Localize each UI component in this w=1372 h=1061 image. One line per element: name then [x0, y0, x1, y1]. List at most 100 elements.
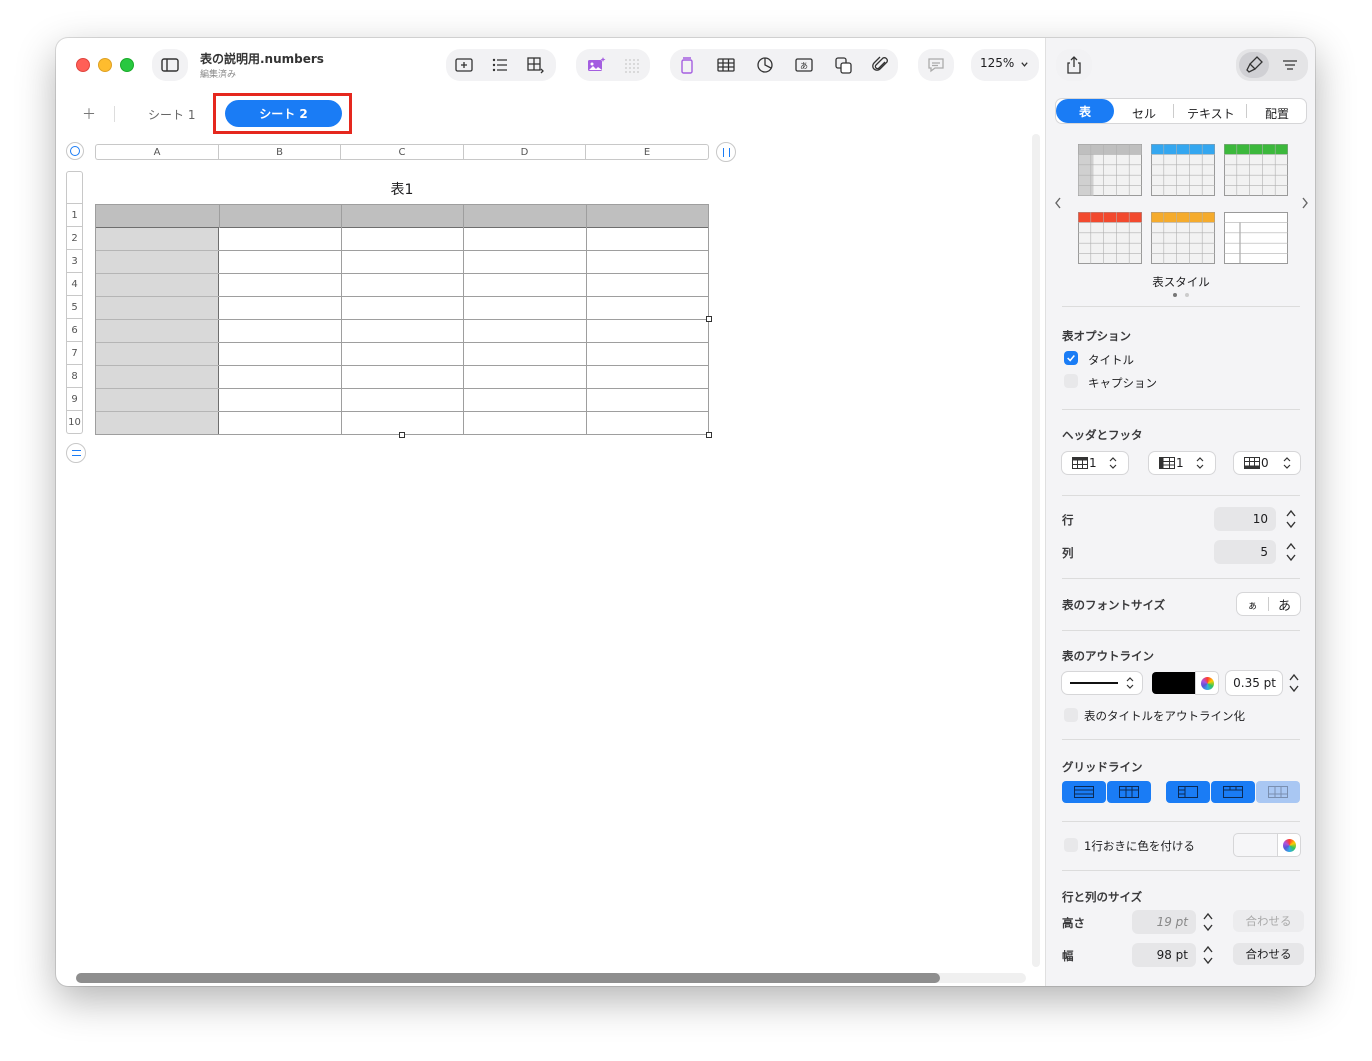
header-row-lines-icon	[1223, 786, 1243, 798]
zoom-window-button[interactable]	[120, 58, 134, 72]
row-header-7[interactable]: 7	[66, 342, 83, 365]
row-header-3[interactable]: 3	[66, 250, 83, 273]
share-button[interactable]	[1062, 53, 1086, 77]
table-select-handle[interactable]	[66, 142, 84, 160]
columns-stepper[interactable]	[1284, 540, 1298, 564]
resize-handle-corner[interactable]	[706, 432, 712, 438]
font-size-larger-button[interactable]: あ	[1269, 593, 1300, 615]
width-field[interactable]: 98 pt	[1132, 943, 1196, 967]
gridline-header-column-button[interactable]	[1166, 781, 1210, 803]
grid-dots-button[interactable]	[620, 53, 644, 77]
column-header-d[interactable]: D	[463, 144, 585, 160]
up-down-chevron-icon	[1126, 677, 1134, 689]
sheet-tab-1[interactable]: シート 1	[148, 106, 195, 123]
title-checkbox[interactable]	[1064, 351, 1078, 365]
alternate-color-picker[interactable]	[1278, 834, 1300, 856]
table-style-1[interactable]	[1078, 144, 1142, 196]
horizontal-scrollbar-thumb[interactable]	[76, 973, 940, 983]
add-sheet-button[interactable]: ＋	[82, 104, 96, 124]
table-style-3[interactable]	[1224, 144, 1288, 196]
table-style-6[interactable]	[1224, 212, 1288, 264]
outline-width-field[interactable]: 0.35 pt	[1226, 671, 1282, 695]
gridline-footer-button[interactable]	[1256, 781, 1300, 803]
resize-handle-bottom[interactable]	[399, 432, 405, 438]
minimize-window-button[interactable]	[98, 58, 112, 72]
image-playground-button[interactable]	[584, 53, 608, 77]
insert-list-button[interactable]	[488, 53, 512, 77]
insert-shape-button[interactable]	[832, 53, 856, 77]
rows-stepper[interactable]	[1284, 507, 1298, 531]
table-style-5[interactable]	[1151, 212, 1215, 264]
organize-button[interactable]	[1278, 53, 1302, 77]
fit-height-button[interactable]: 合わせる	[1233, 910, 1304, 932]
rows-label: 行	[1062, 513, 1074, 527]
format-button[interactable]	[1242, 53, 1266, 77]
tab-text[interactable]: テキスト	[1187, 105, 1235, 122]
font-size-smaller-button[interactable]: ぁ	[1237, 593, 1268, 615]
table-style-2[interactable]	[1151, 144, 1215, 196]
gridline-vertical-body-button[interactable]	[1107, 781, 1151, 803]
outline-title-checkbox[interactable]	[1064, 708, 1078, 722]
tab-divider	[1246, 104, 1247, 118]
column-header-a[interactable]: A	[95, 144, 218, 160]
table-grid[interactable]	[95, 204, 709, 435]
column-header-c[interactable]: C	[340, 144, 463, 160]
outline-color-picker[interactable]	[1196, 672, 1218, 694]
gridline-header-row-button[interactable]	[1211, 781, 1255, 803]
footer-lines-icon	[1268, 786, 1288, 798]
sidebar-toggle-button[interactable]	[158, 53, 182, 77]
chevron-left-icon[interactable]	[1053, 196, 1063, 210]
alternate-rows-checkbox[interactable]	[1064, 838, 1078, 852]
column-header-b[interactable]: B	[218, 144, 340, 160]
insert-pages-button[interactable]	[675, 53, 699, 77]
tab-arrange[interactable]: 配置	[1265, 105, 1289, 122]
page-dot[interactable]	[1185, 293, 1189, 297]
column-header-e[interactable]: E	[585, 144, 709, 160]
row-header-4[interactable]: 4	[66, 273, 83, 296]
comment-button[interactable]	[924, 53, 948, 77]
add-category-button[interactable]	[452, 53, 476, 77]
svg-text:あ: あ	[800, 62, 808, 71]
resize-handle-right[interactable]	[706, 316, 712, 322]
insert-media-button[interactable]	[869, 53, 893, 77]
row-header-9[interactable]: 9	[66, 388, 83, 411]
color-wheel-icon	[1200, 676, 1214, 690]
insert-text-button[interactable]: あ	[792, 53, 816, 77]
add-row-handle[interactable]	[66, 443, 86, 463]
chevron-right-icon[interactable]	[1300, 196, 1310, 210]
row-header-10[interactable]: 10	[66, 411, 83, 434]
table-style-4[interactable]	[1078, 212, 1142, 264]
height-field[interactable]: 19 pt	[1132, 910, 1196, 934]
row-header-8[interactable]: 8	[66, 365, 83, 388]
tab-table[interactable]: 表	[1056, 99, 1114, 123]
height-stepper[interactable]	[1201, 910, 1215, 934]
table-function-button[interactable]	[524, 53, 548, 77]
page-dot-active[interactable]	[1173, 293, 1177, 297]
alternate-color-well[interactable]	[1234, 834, 1278, 856]
outline-width-stepper[interactable]	[1287, 671, 1301, 695]
tab-divider	[114, 106, 115, 122]
table-title[interactable]: 表1	[95, 179, 709, 199]
row-header-5[interactable]: 5	[66, 296, 83, 319]
paperclip-icon	[872, 56, 888, 71]
width-stepper[interactable]	[1201, 943, 1215, 967]
caption-checkbox[interactable]	[1064, 374, 1078, 388]
row-header-2[interactable]: 2	[66, 227, 83, 250]
font-size-smaller-label: ぁ	[1247, 600, 1258, 612]
add-column-handle[interactable]	[716, 142, 736, 162]
row-header-1[interactable]: 1	[66, 204, 83, 227]
rows-field[interactable]: 10	[1214, 507, 1276, 531]
insert-table-button[interactable]	[714, 53, 738, 77]
gridline-horizontal-body-button[interactable]	[1062, 781, 1106, 803]
tab-cell[interactable]: セル	[1132, 105, 1156, 122]
row-header-6[interactable]: 6	[66, 319, 83, 342]
outline-color-well[interactable]	[1152, 672, 1196, 694]
sheet-tab-2[interactable]: シート 2	[225, 100, 342, 127]
fit-width-button[interactable]: 合わせる	[1233, 943, 1304, 965]
insert-chart-button[interactable]	[753, 53, 777, 77]
columns-field[interactable]: 5	[1214, 540, 1276, 564]
vertical-scrollbar[interactable]	[1032, 134, 1040, 967]
grid-line	[96, 296, 219, 297]
footer-rows-icon	[1244, 457, 1260, 469]
close-window-button[interactable]	[76, 58, 90, 72]
